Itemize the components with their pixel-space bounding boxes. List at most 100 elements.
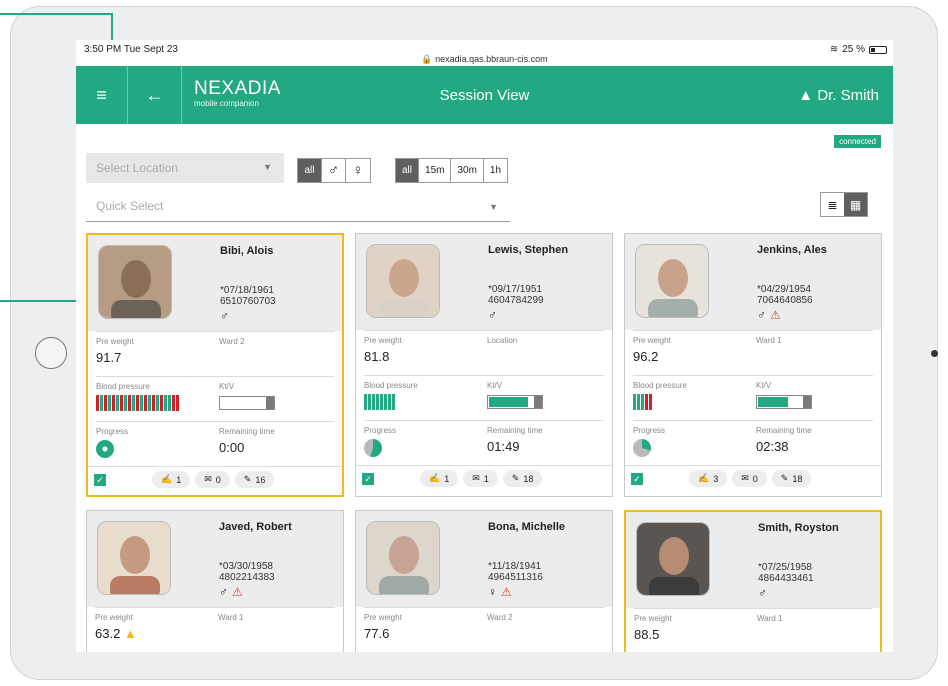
messages-count: 0 (752, 473, 758, 484)
bp-bar (649, 394, 652, 410)
warning-icon: ⚠ (501, 585, 512, 599)
connection-badge: connected (834, 135, 881, 148)
notes-count: 1 (176, 474, 182, 485)
pre-weight-label: Pre weight (364, 336, 402, 345)
patient-id: 7064640856 (757, 295, 813, 306)
document-icon: ✎ (780, 473, 789, 483)
blood-pressure-label: Blood pressure (96, 382, 150, 391)
card-footer: ✓ ✍ 1 ✉ 1 ✎ 18 (356, 465, 612, 491)
patient-card[interactable]: Bona, Michelle *11/18/1941 4964511316 ♀ ⚠ Pre… (355, 510, 613, 652)
gender-filter-female[interactable]: ♀ (346, 159, 370, 182)
pre-weight-value: 81.8 (364, 349, 389, 364)
gender-icon: ♀ (488, 585, 497, 599)
bp-bar (368, 394, 371, 410)
messages-count: 0 (215, 474, 221, 485)
notes-button[interactable]: ✍ 3 (689, 470, 728, 487)
bp-bar (388, 394, 391, 410)
progress-label: Progress (364, 426, 397, 435)
status-bar: 3:50 PM Tue Sept 23 🔒 nexadia.qas.bbraun… (76, 40, 893, 66)
warning-icon: ⚠ (770, 308, 781, 322)
warning-icon: ⚠ (232, 585, 243, 599)
progress-row: Progress Remaining time 02:38 (633, 420, 873, 465)
time-filter: all 15m 30m 1h (395, 158, 509, 183)
bp-bar (156, 395, 159, 411)
patient-photo (635, 244, 709, 318)
checkbox-icon[interactable]: ✓ (631, 473, 643, 485)
progress-row: Progress Remaining time 0:00 (96, 421, 334, 466)
patient-name: Jenkins, Ales (757, 244, 827, 256)
messages-button[interactable]: ✉ 0 (732, 470, 767, 487)
ktv-label: Kt/V (756, 381, 772, 390)
weight-number: 77.6 (364, 626, 390, 641)
user-menu[interactable]: ▲ Dr. Smith (798, 87, 879, 104)
remaining-label: Remaining time (756, 426, 812, 435)
progress-pie (364, 439, 382, 457)
location-select[interactable]: Select Location ▼ (86, 153, 284, 183)
remaining-time: 02:38 (756, 439, 789, 454)
messages-button[interactable]: ✉ 0 (195, 471, 230, 488)
card-footer: ✓ ✍ 1 ✉ 0 ✎ 16 (88, 466, 342, 492)
blood-pressure-row: Blood pressure Kt/V (633, 375, 873, 420)
patient-name: Lewis, Stephen (488, 244, 569, 256)
bp-bar (144, 395, 147, 411)
patient-card[interactable]: Jenkins, Ales *04/29/1954 7064640856 ♂ ⚠ Pre … (624, 233, 882, 497)
time-filter-30m[interactable]: 30m (451, 159, 484, 182)
address-bar[interactable]: 🔒 nexadia.qas.bbraun-cis.com (76, 54, 893, 65)
notes-button[interactable]: ✍ 1 (152, 471, 191, 488)
grid-view-icon[interactable]: ▦ (844, 193, 867, 216)
bp-bar (136, 395, 139, 411)
weight-number: 81.8 (364, 349, 390, 364)
patient-card[interactable]: Smith, Royston *07/25/1958 4864433461 ♂ Pre … (624, 510, 882, 652)
weight-row: Pre weight Ward 1 96.2 (633, 330, 873, 375)
time-filter-1h[interactable]: 1h (483, 159, 508, 182)
pre-weight-value: 63.2 ▲ (95, 626, 137, 641)
time-filter-15m[interactable]: 15m (419, 159, 452, 182)
patient-dob: *03/30/1958 (219, 561, 273, 572)
ktv-bar (487, 395, 543, 409)
messages-count: 1 (483, 473, 489, 484)
home-button[interactable] (35, 337, 67, 369)
patient-card[interactable]: Bibi, Alois *07/18/1961 6510760703 ♂ Pre wei… (86, 233, 344, 497)
checkbox-icon[interactable]: ✓ (94, 474, 106, 486)
patient-header: Bona, Michelle *11/18/1941 4964511316 ♀ ⚠ (356, 511, 612, 607)
checkbox-icon[interactable]: ✓ (362, 473, 374, 485)
ktv-bar (756, 395, 812, 409)
patient-id: 4802214383 (219, 572, 275, 583)
pen-icon: ✍ (429, 473, 441, 483)
documents-button[interactable]: ✎ 18 (771, 470, 812, 487)
location-label: Ward 2 (219, 337, 245, 346)
pre-weight-label: Pre weight (364, 613, 402, 622)
mail-icon: ✉ (204, 474, 212, 484)
blood-pressure-bars (633, 394, 652, 410)
documents-button[interactable]: ✎ 18 (502, 470, 543, 487)
app-header: ≡ ← NEXADIA mobile companion Session Vie… (76, 66, 893, 124)
patient-card[interactable]: Javed, Robert *03/30/1958 4802214383 ♂ ⚠ Pre … (86, 510, 344, 652)
patient-name: Smith, Royston (758, 522, 839, 534)
bp-bar (176, 395, 179, 411)
progress-pie (633, 439, 651, 457)
location-label: Ward 1 (757, 614, 783, 623)
ktv-fill (489, 397, 528, 407)
documents-count: 18 (523, 473, 534, 484)
location-placeholder: Select Location (96, 161, 179, 175)
list-view-icon[interactable]: ≣ (821, 193, 844, 216)
bp-bar (392, 394, 395, 410)
battery-percent: 25 % (842, 44, 865, 55)
time-filter-all[interactable]: all (396, 159, 420, 182)
gender-filter-all[interactable]: all (298, 159, 322, 182)
progress-label: Progress (633, 426, 666, 435)
messages-button[interactable]: ✉ 1 (463, 470, 498, 487)
bp-bar (364, 394, 367, 410)
pre-weight-value: 77.6 (364, 626, 389, 641)
quick-select[interactable]: Quick Select ▼ (86, 196, 510, 222)
progress-pie (96, 440, 114, 458)
documents-button[interactable]: ✎ 16 (234, 471, 275, 488)
gender-filter-male[interactable]: ♂ (322, 159, 346, 182)
chevron-down-icon: ▼ (263, 162, 272, 172)
patient-gender: ♂ (488, 308, 497, 322)
patient-header: Jenkins, Ales *04/29/1954 7064640856 ♂ ⚠ (625, 234, 881, 330)
patient-card[interactable]: Lewis, Stephen *09/17/1951 4604784299 ♂ Pre … (355, 233, 613, 497)
pre-weight-label: Pre weight (633, 336, 671, 345)
url-text: nexadia.qas.bbraun-cis.com (435, 54, 548, 64)
notes-button[interactable]: ✍ 1 (420, 470, 459, 487)
